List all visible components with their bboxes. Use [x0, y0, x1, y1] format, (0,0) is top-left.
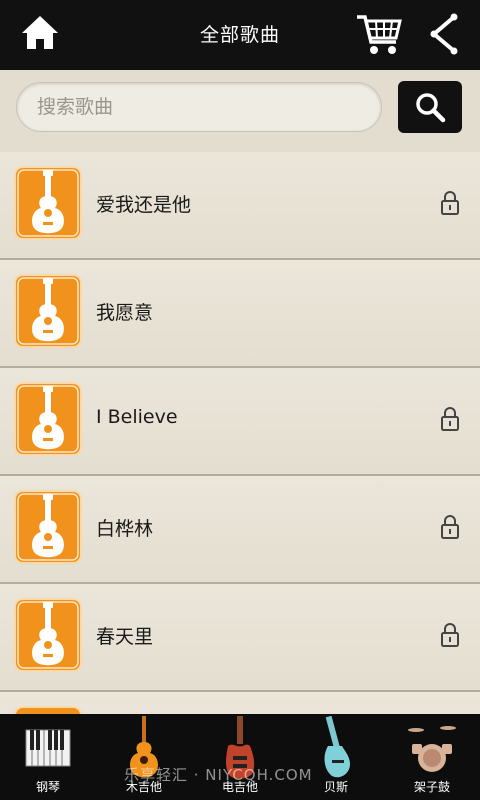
acoustic-guitar-thumbnail-icon	[14, 274, 82, 348]
search-input[interactable]	[16, 82, 382, 132]
lock-icon	[441, 623, 459, 647]
song-title: 白桦林	[96, 518, 154, 540]
tab-label: 钢琴	[35, 780, 60, 794]
instrument-tab-bar: 钢琴 木吉他 电吉他 贝斯 架子鼓	[0, 714, 480, 800]
tab-electric-guitar[interactable]: 电吉他	[192, 714, 288, 800]
song-title: 爱我还是他	[96, 194, 192, 216]
tab-label: 架子鼓	[413, 780, 450, 794]
drum-kit-icon	[408, 726, 456, 772]
song-title: 春天里	[96, 626, 154, 648]
acoustic-guitar-thumbnail-icon	[14, 490, 82, 564]
song-title: I Believe	[96, 406, 178, 428]
song-item-partial[interactable]	[0, 692, 480, 714]
top-bar: 全部歌曲	[0, 0, 480, 70]
piano-icon	[25, 729, 71, 767]
song-item[interactable]: 白桦林	[0, 476, 480, 584]
page-title: 全部歌曲	[199, 24, 280, 46]
song-item[interactable]: I Believe	[0, 368, 480, 476]
song-item[interactable]: 春天里	[0, 584, 480, 692]
tab-acoustic-guitar[interactable]: 木吉他	[96, 714, 192, 800]
lock-icon	[441, 515, 459, 539]
search-bar	[0, 70, 480, 152]
bass-icon	[324, 716, 350, 778]
tab-piano[interactable]: 钢琴	[0, 714, 96, 800]
song-item[interactable]: 爱我还是他	[0, 152, 480, 260]
song-item[interactable]: 我愿意	[0, 260, 480, 368]
lock-icon	[441, 407, 459, 431]
song-list: 爱我还是他 我愿意 I Believe 白桦林 春天里	[0, 152, 480, 714]
acoustic-guitar-thumbnail-icon	[14, 382, 82, 456]
tab-bass[interactable]: 贝斯	[288, 714, 384, 800]
tab-drums[interactable]: 架子鼓	[384, 714, 480, 800]
search-button[interactable]	[398, 81, 462, 133]
watermark-text: 乐享轻汇 · NIYCQH.COM	[124, 766, 313, 784]
cart-icon[interactable]	[356, 12, 402, 56]
acoustic-guitar-thumbnail-icon	[14, 166, 82, 240]
song-title: 我愿意	[96, 302, 154, 324]
acoustic-guitar-thumbnail-icon	[14, 598, 82, 672]
search-icon	[416, 93, 446, 123]
lock-icon	[441, 191, 459, 215]
share-back-icon[interactable]	[428, 13, 460, 55]
acoustic-guitar-thumbnail-icon	[14, 706, 82, 714]
